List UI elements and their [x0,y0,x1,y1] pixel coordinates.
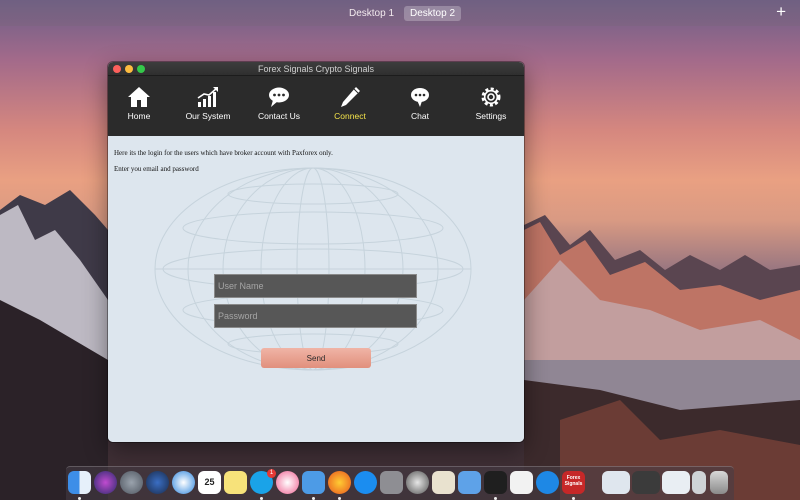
minimized-window-thumbnail[interactable] [602,471,630,494]
window-title: Forex Signals Crypto Signals [257,64,375,74]
safari-icon[interactable] [172,471,195,494]
minimized-window-thumbnail[interactable] [632,471,660,494]
send-button[interactable]: Send [261,348,371,368]
bar-chart-icon [197,87,218,107]
disk-utility-icon[interactable] [406,471,429,494]
home-icon [128,87,150,107]
desktop-1-tab[interactable]: Desktop 1 [343,6,400,21]
tab-label: Settings [475,111,507,121]
app-store-icon[interactable] [354,471,377,494]
tab-connect[interactable]: Connect [315,86,385,130]
tab-label: Home [127,111,151,121]
minimized-window-thumbnail[interactable] [692,471,706,494]
forex-app-label: Forex Signals [564,475,583,487]
system-preferences-icon[interactable] [380,471,403,494]
tab-label: Chat [411,111,429,121]
siri-icon[interactable] [94,471,117,494]
app-window: Forex Signals Crypto Signals Home Our Sy… [108,62,524,442]
finder-folder-icon[interactable] [458,471,481,494]
tab-label: Connect [334,111,366,121]
toolbar: Home Our System Contact Us Connect Chat … [108,76,524,136]
login-panel: Here its the login for the users which h… [108,136,524,442]
tab-our-system[interactable]: Our System [173,86,243,130]
screen-saver-icon[interactable] [146,471,169,494]
tab-contact-us[interactable]: Contact Us [244,86,314,130]
notification-badge: 1 [267,469,276,478]
tab-home[interactable]: Home [108,86,174,130]
terminal-icon[interactable] [484,471,507,494]
tab-settings[interactable]: Settings [456,86,524,130]
username-input[interactable] [214,274,417,298]
xcode-icon[interactable] [302,471,325,494]
desktop-2-tab[interactable]: Desktop 2 [404,6,462,21]
calendar-day: 25 [204,477,215,487]
tab-label: Contact Us [257,111,301,121]
globe-watermark [154,167,472,371]
chat-bubble-icon [411,88,429,107]
speech-bubble-icon [269,87,289,107]
tab-chat[interactable]: Chat [385,86,455,130]
calendar-icon[interactable]: 25 [198,471,221,494]
title-bar: Forex Signals Crypto Signals [108,62,524,76]
teamviewer-icon[interactable] [536,471,559,494]
add-desktop-button[interactable]: + [776,3,786,21]
pen-icon [341,87,360,107]
tab-label: Our System [185,111,231,121]
trash-icon[interactable] [710,471,728,494]
gear-icon [481,87,501,107]
mission-control-bar: Desktop 1 Desktop 2 + [0,0,800,26]
login-instruction: Enter you email and password [114,165,199,173]
launchpad-icon[interactable] [120,471,143,494]
preview-icon[interactable] [432,471,455,494]
firefox-icon[interactable] [328,471,351,494]
finder-icon[interactable] [68,471,91,494]
notes-icon[interactable] [224,471,247,494]
password-input[interactable] [214,304,417,328]
skype-icon[interactable]: 1 [250,469,276,494]
itunes-icon[interactable] [276,471,299,494]
minimized-window-thumbnail[interactable] [662,471,690,494]
forex-signals-app-icon[interactable]: Forex Signals [562,471,585,494]
login-message: Here its the login for the users which h… [114,149,333,157]
dock: 25 1 Forex Signals [66,466,734,500]
textedit-icon[interactable] [510,471,533,494]
